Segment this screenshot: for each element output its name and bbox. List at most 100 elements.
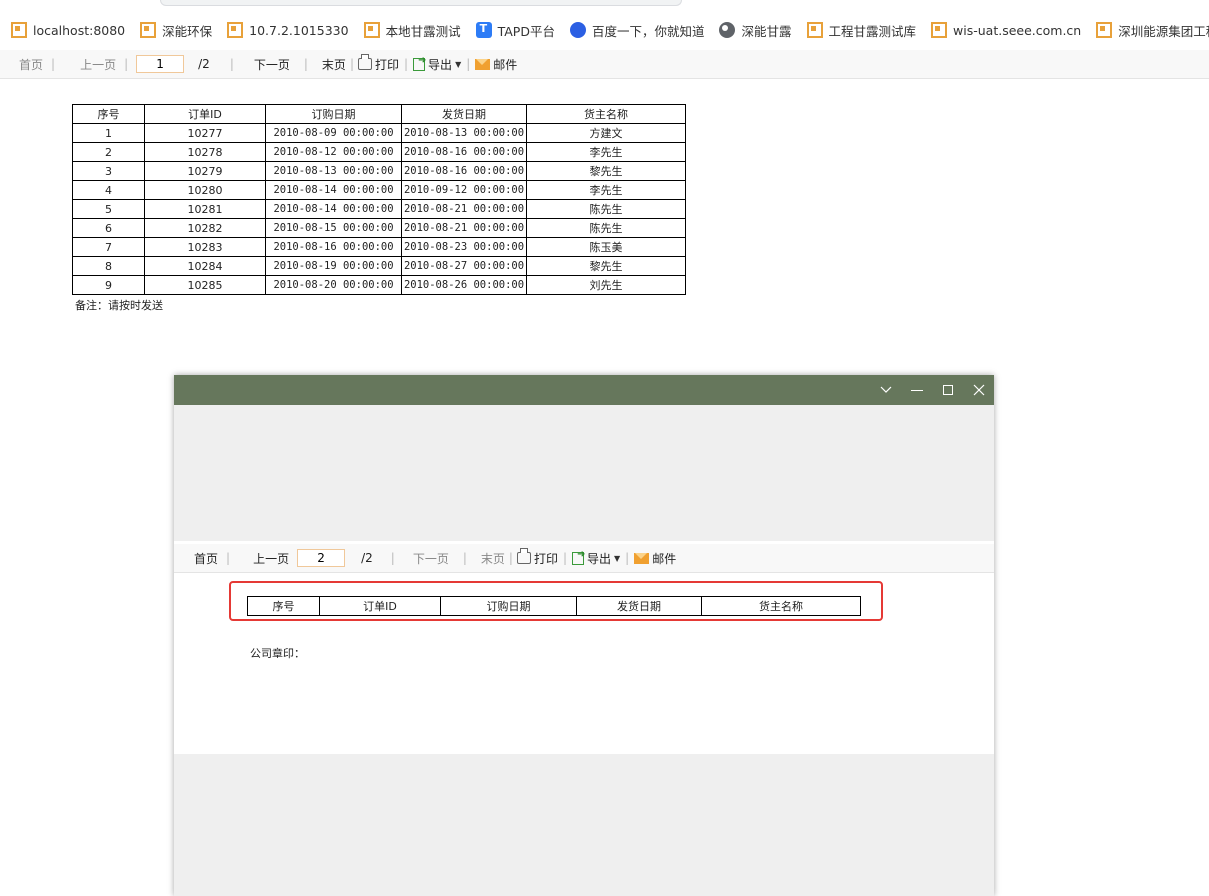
bookmark-label: 工程甘露测试库 bbox=[828, 23, 917, 39]
toolbar-separator: | bbox=[562, 551, 567, 565]
bookmark-item[interactable]: 工程甘露测试库 bbox=[806, 21, 917, 40]
minimize-icon bbox=[910, 389, 923, 391]
print-button[interactable]: 打印 bbox=[516, 548, 558, 567]
first-page-button[interactable]: 首页 bbox=[19, 56, 43, 73]
page-number-input[interactable] bbox=[297, 549, 346, 567]
table-cell: 2010-08-21 00:00:00 bbox=[401, 199, 527, 219]
finereport-icon bbox=[11, 22, 27, 38]
bookmark-item[interactable]: 深圳能源集团工程... bbox=[1096, 21, 1209, 40]
table-row: 3 10279 2010-08-13 00:00:00 2010-08-16 00:0… bbox=[72, 161, 686, 181]
column-header: 序号 bbox=[72, 104, 145, 124]
column-header: 发货日期 bbox=[576, 596, 702, 616]
export-label: 导出 bbox=[428, 57, 453, 72]
table-row: 4 10280 2010-08-14 00:00:00 2010-09-12 00:0… bbox=[72, 180, 686, 200]
table-cell: 李先生 bbox=[526, 180, 686, 200]
toolbar-separator: | bbox=[349, 57, 354, 71]
minimize-button[interactable] bbox=[901, 375, 932, 405]
bookmark-label: wis-uat.seee.com.cn bbox=[953, 22, 1082, 38]
table-cell: 5 bbox=[72, 199, 145, 219]
table-cell: 6 bbox=[72, 218, 145, 238]
close-button[interactable] bbox=[963, 375, 994, 405]
popup-order-table-header: 序号 订单ID 订购日期 发货日期 货主名称 bbox=[247, 596, 861, 616]
chevron-down-icon[interactable] bbox=[870, 375, 901, 405]
mail-icon bbox=[634, 552, 650, 564]
table-cell: 1 bbox=[72, 123, 145, 143]
printer-icon bbox=[357, 54, 372, 70]
bookmark-item[interactable]: 深能环保 bbox=[140, 21, 212, 40]
toolbar-separator: | bbox=[404, 57, 409, 71]
toolbar-separator: | bbox=[390, 551, 395, 565]
table-cell: 10281 bbox=[144, 199, 266, 219]
company-stamp-label: 公司章印： bbox=[250, 647, 305, 660]
bookmark-label: 10.7.2.1015330 bbox=[249, 22, 349, 38]
column-header: 订单ID bbox=[319, 596, 441, 616]
popup-report-toolbar: 首页 | 上一页 /2 | 下一页 | 末页 | 打印 | 导出 ▼ | 邮件 bbox=[174, 544, 994, 573]
table-row: 9 10285 2010-08-20 00:00:00 2010-08-26 00:0… bbox=[72, 275, 686, 295]
tapd-icon bbox=[475, 22, 492, 38]
column-header: 发货日期 bbox=[401, 104, 527, 124]
finereport-icon bbox=[931, 22, 948, 38]
export-button[interactable]: 导出 ▼ bbox=[413, 55, 462, 73]
page-number-input[interactable] bbox=[136, 55, 185, 73]
printer-icon bbox=[516, 548, 531, 564]
finereport-icon bbox=[363, 22, 380, 38]
page-total-label: /2 bbox=[361, 551, 373, 565]
email-label: 邮件 bbox=[652, 551, 677, 566]
close-icon bbox=[973, 384, 984, 396]
table-cell: 2010-08-14 00:00:00 bbox=[265, 180, 402, 200]
table-cell: 陈先生 bbox=[526, 218, 686, 238]
last-page-button[interactable]: 末页 bbox=[322, 56, 346, 73]
table-cell: 10283 bbox=[144, 237, 266, 257]
maximize-button[interactable] bbox=[932, 375, 963, 405]
bookmark-item[interactable]: 10.7.2.1015330 bbox=[227, 22, 349, 38]
report-toolbar: 首页 | 上一页 | /2 | 下一页 | 末页 | 打印 | 导出 ▼ | 邮… bbox=[0, 50, 1209, 79]
table-body: 1 10277 2010-08-09 00:00:00 2010-08-13 00:0… bbox=[72, 123, 686, 295]
table-cell: 9 bbox=[72, 275, 145, 295]
chevron-down-icon: ▼ bbox=[455, 59, 462, 69]
table-cell: 10284 bbox=[144, 256, 266, 276]
toolbar-separator: | bbox=[51, 57, 56, 71]
column-header: 货主名称 bbox=[701, 596, 861, 616]
toolbar-separator: | bbox=[466, 57, 471, 71]
table-row: 8 10284 2010-08-19 00:00:00 2010-08-27 00:0… bbox=[72, 256, 686, 276]
table-cell: 10285 bbox=[144, 275, 266, 295]
email-button[interactable]: 邮件 bbox=[634, 550, 676, 567]
column-header: 序号 bbox=[247, 596, 320, 616]
bookmark-item[interactable]: wis-uat.seee.com.cn bbox=[931, 22, 1081, 38]
export-button[interactable]: 导出 ▼ bbox=[572, 549, 621, 567]
bookmark-item[interactable]: 百度一下，你就知道 bbox=[569, 21, 704, 40]
print-label: 打印 bbox=[374, 57, 399, 72]
table-cell: 10279 bbox=[144, 161, 266, 181]
table-cell: 10278 bbox=[144, 142, 266, 162]
page-total-label: /2 bbox=[198, 57, 210, 71]
next-page-button[interactable]: 下一页 bbox=[413, 550, 449, 567]
table-cell: 2010-08-20 00:00:00 bbox=[265, 275, 402, 295]
bookmark-item[interactable]: 本地甘露测试 bbox=[363, 21, 461, 40]
table-cell: 方建文 bbox=[526, 123, 686, 143]
finereport-icon bbox=[227, 22, 244, 38]
email-button[interactable]: 邮件 bbox=[475, 56, 517, 73]
toolbar-separator: | bbox=[462, 551, 467, 565]
bookmark-label: 本地甘露测试 bbox=[385, 23, 461, 39]
last-page-button[interactable]: 末页 bbox=[481, 550, 505, 567]
column-header: 订购日期 bbox=[440, 596, 577, 616]
table-cell: 2010-08-16 00:00:00 bbox=[401, 161, 527, 181]
bookmark-label: 深能环保 bbox=[162, 23, 213, 39]
window-controls bbox=[870, 375, 994, 405]
print-button[interactable]: 打印 bbox=[357, 54, 399, 73]
bookmark-label: TAPD平台 bbox=[497, 23, 555, 39]
bookmark-item[interactable]: 深能甘露 bbox=[719, 21, 792, 40]
chevron-down-icon: ▼ bbox=[614, 553, 621, 563]
bookmark-label: localhost:8080 bbox=[33, 22, 126, 38]
table-cell: 2010-08-21 00:00:00 bbox=[401, 218, 527, 238]
first-page-button[interactable]: 首页 bbox=[194, 550, 218, 567]
next-page-button[interactable]: 下一页 bbox=[254, 56, 290, 73]
table-header-row: 序号 订单ID 订购日期 发货日期 货主名称 bbox=[247, 596, 861, 616]
bookmark-item[interactable]: localhost:8080 bbox=[11, 22, 125, 38]
table-cell: 2010-08-16 00:00:00 bbox=[401, 142, 527, 162]
prev-page-button[interactable]: 上一页 bbox=[253, 550, 289, 567]
prev-page-button[interactable]: 上一页 bbox=[80, 56, 116, 73]
table-cell: 黎先生 bbox=[526, 161, 686, 181]
table-cell: 10280 bbox=[144, 180, 266, 200]
bookmark-item[interactable]: TAPD平台 bbox=[475, 21, 555, 40]
